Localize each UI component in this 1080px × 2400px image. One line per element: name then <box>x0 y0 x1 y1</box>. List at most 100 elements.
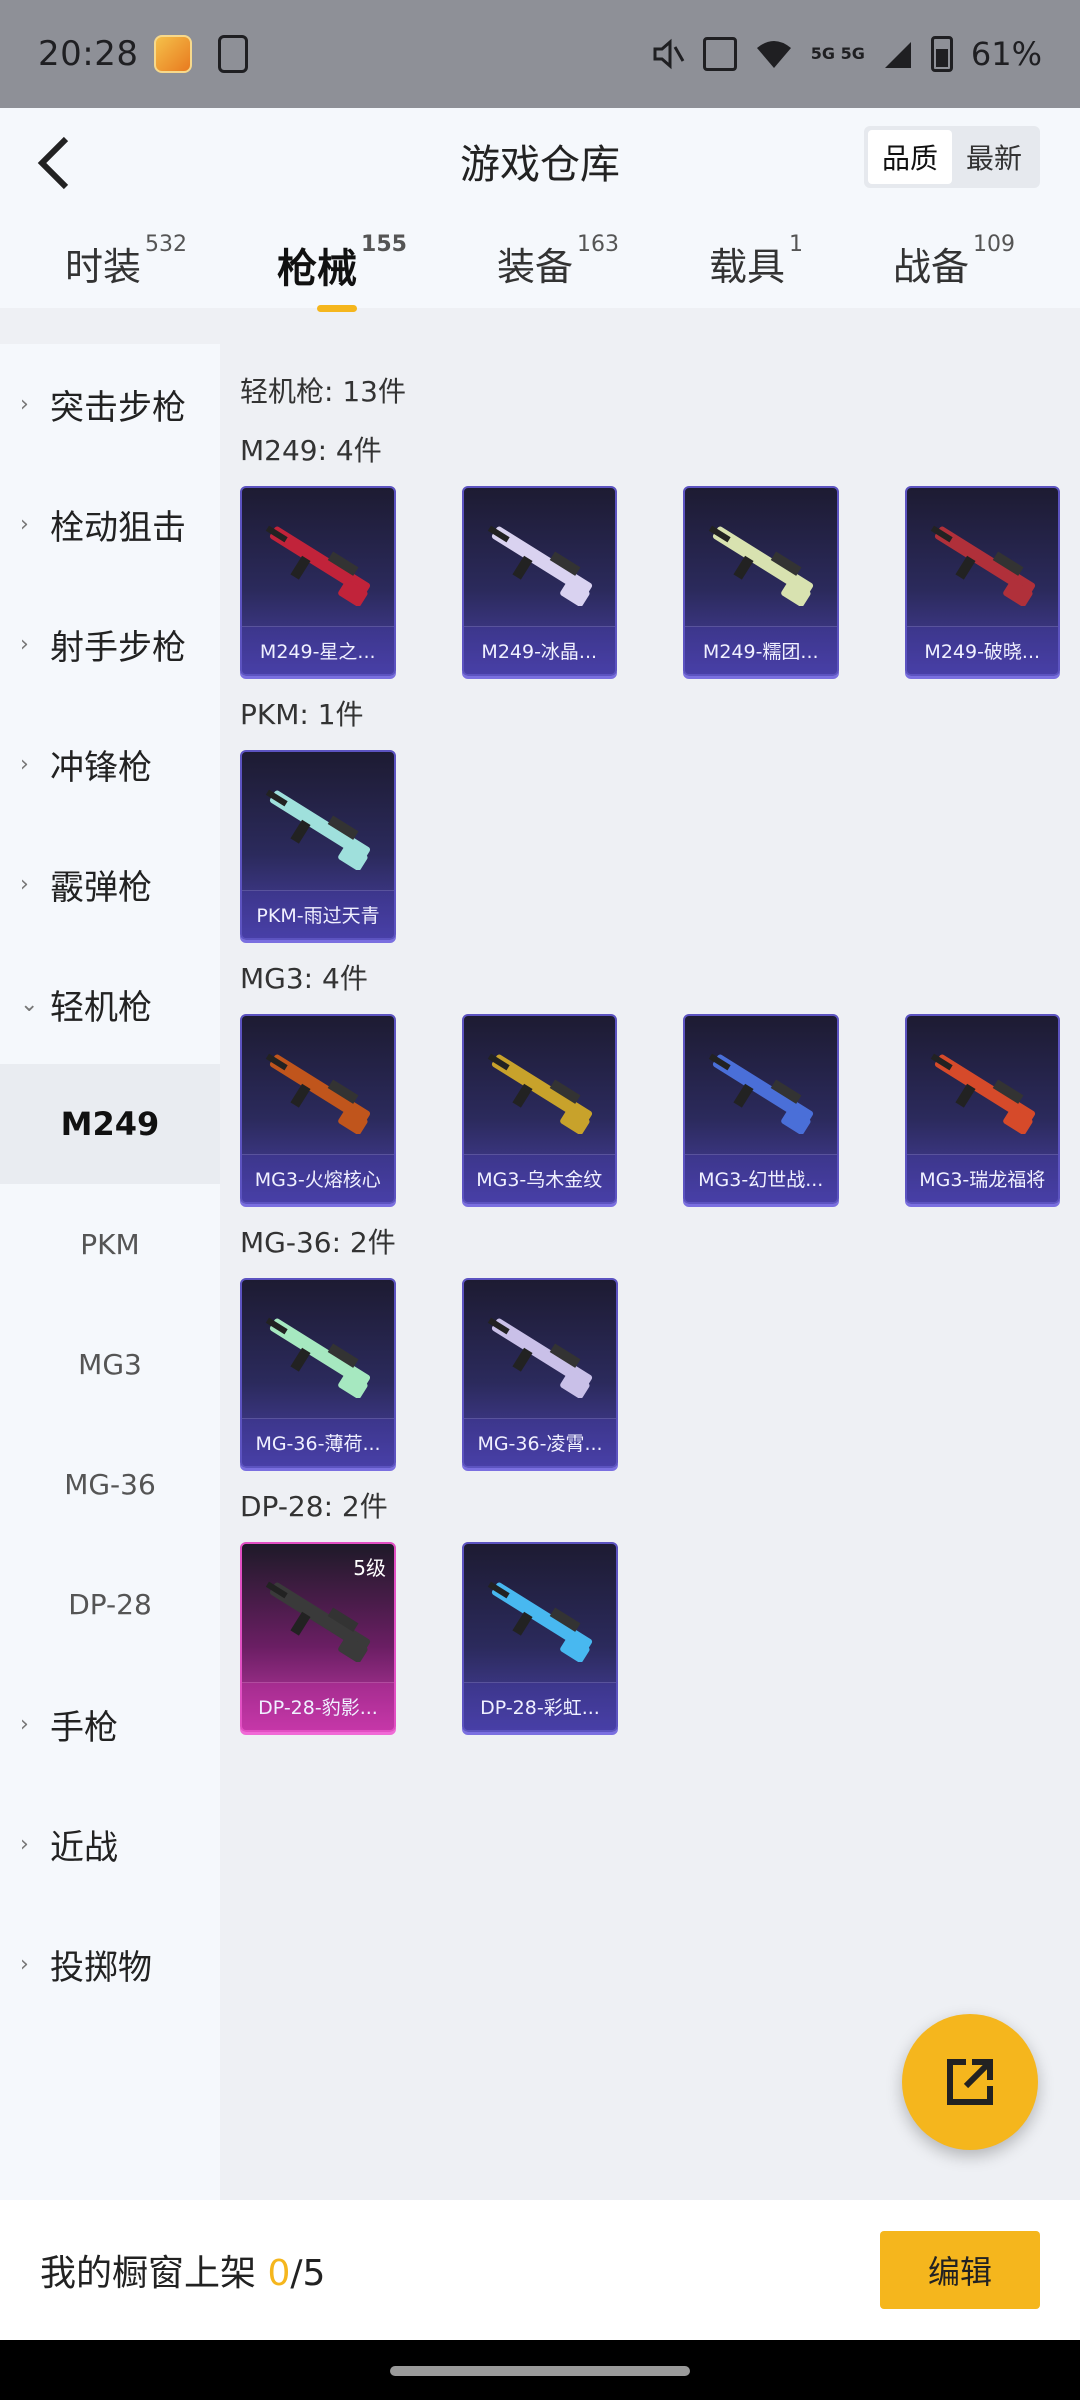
sidebar-item-label: 霰弹枪 <box>50 867 152 908</box>
group-title: PKM: 1件 <box>240 698 364 731</box>
weapon-card-label: DP-28-彩虹... <box>464 1682 616 1730</box>
weapon-group: M249: 4件 M249-星之... M249-冰晶... M249-糯团... M2… <box>240 428 1060 676</box>
sidebar-subitem-mg3[interactable]: MG3 <box>0 1304 220 1424</box>
chevron-right-icon: › <box>20 751 29 777</box>
sidebar-subitem-m249[interactable]: M249 <box>0 1064 220 1184</box>
weapon-card-label: MG-36-凌霄... <box>464 1418 616 1466</box>
sidebar-item-pistol[interactable]: › 手枪 <box>0 1664 220 1784</box>
weapon-card[interactable]: M249-糯团... <box>683 486 839 676</box>
sidebar-item-throwable[interactable]: › 投掷物 <box>0 1904 220 2024</box>
weapon-card[interactable]: MG3-乌木金纹 <box>461 1014 617 1204</box>
edit-button[interactable]: 编辑 <box>880 2231 1040 2309</box>
weapon-card[interactable]: MG3-幻世战... <box>683 1014 839 1204</box>
weapon-card-label: MG3-瑞龙福将 <box>906 1154 1058 1202</box>
group-title: DP-28: 2件 <box>240 1490 388 1523</box>
nfc-icon <box>702 37 737 71</box>
sort-latest-button[interactable]: 最新 <box>952 130 1036 184</box>
showcase-label: 我的橱窗上架 <box>40 2253 257 2294</box>
weapon-card[interactable]: M249-破晓... <box>904 486 1060 676</box>
sidebar-item-smg[interactable]: › 冲锋枪 <box>0 704 220 824</box>
chevron-right-icon: › <box>20 871 29 897</box>
weapon-card-label: M249-星之... <box>242 626 394 674</box>
network-label: 5G 5G <box>810 44 865 63</box>
sidebar-item-melee[interactable]: › 近战 <box>0 1784 220 1904</box>
tab-count: 532 <box>145 232 188 257</box>
chevron-right-icon: › <box>20 511 29 537</box>
gun-skin-image <box>265 1581 371 1662</box>
weapon-card[interactable]: MG3-火熔核心 <box>240 1014 396 1204</box>
weapon-card-label: MG-36-薄荷... <box>242 1418 394 1466</box>
chevron-down-icon: ⌄ <box>20 991 39 1017</box>
weapon-card[interactable]: PKM-雨过天青 <box>240 750 396 940</box>
active-tab-indicator <box>317 305 358 312</box>
sidebar-item-label: 射手步枪 <box>50 627 186 668</box>
gun-skin-image <box>487 1317 593 1398</box>
sidebar-item-assault-rifle[interactable]: › 突击步枪 <box>0 344 220 464</box>
weapon-card[interactable]: MG-36-凌霄... <box>462 1278 618 1468</box>
battery-percent: 61% <box>970 35 1042 73</box>
group-title: M249: 4件 <box>240 434 382 467</box>
showcase-total: /5 <box>290 2253 326 2294</box>
sidebar-item-bolt-sniper[interactable]: › 栓动狙击 <box>0 464 220 584</box>
weapon-grid: M249-星之... M249-冰晶... M249-糯团... M249-破晓... <box>240 486 1060 676</box>
showcase-status: 我的橱窗上架 0/5 <box>40 2244 325 2296</box>
showcase-current-count: 0 <box>267 2253 291 2294</box>
sidebar-item-label: 轻机枪 <box>50 987 152 1028</box>
weapon-card-label: DP-28-豹影... <box>242 1682 394 1730</box>
chevron-right-icon: › <box>20 1711 29 1737</box>
sidebar-subitem-pkm[interactable]: PKM <box>0 1184 220 1304</box>
tab-count: 1 <box>788 232 803 257</box>
section-title: 轻机枪: 13件 <box>240 375 406 408</box>
weapon-type-sidebar: › 突击步枪 › 栓动狙击 › 射手步枪 › 冲锋枪 › 霰弹枪 ⌄ 轻机枪 M249 PK… <box>0 344 220 2200</box>
battery-icon <box>930 36 953 72</box>
weapon-card[interactable]: M249-星之... <box>240 486 396 676</box>
tab-weapons[interactable]: 枪械 155 <box>277 232 407 312</box>
weapon-card-label: M249-破晓... <box>906 626 1058 674</box>
tab-supplies[interactable]: 战备 109 <box>892 232 1015 291</box>
gun-skin-image <box>930 525 1035 606</box>
mute-icon <box>653 38 685 70</box>
sidebar-item-marksman-rifle[interactable]: › 射手步枪 <box>0 584 220 704</box>
sidebar-item-label: 近战 <box>50 1827 118 1868</box>
chevron-right-icon: › <box>20 1831 29 1857</box>
tab-vehicles[interactable]: 载具 1 <box>708 232 803 291</box>
share-button[interactable] <box>902 2014 1038 2150</box>
sidebar-item-lmg[interactable]: ⌄ 轻机枪 <box>0 944 220 1064</box>
share-external-icon <box>947 2059 993 2105</box>
sidebar-subitem-dp28[interactable]: DP-28 <box>0 1544 220 1664</box>
wifi-icon <box>756 41 791 68</box>
weapon-grid: MG3-火熔核心 MG3-乌木金纹 MG3-幻世战... MG3-瑞龙福将 <box>240 1014 1060 1204</box>
status-bar: 20:28 5G 5G 61% <box>0 0 1080 108</box>
weapon-card-label: M249-冰晶... <box>463 626 615 674</box>
weapon-card-label: PKM-雨过天青 <box>242 890 394 938</box>
tab-label: 战备 <box>892 245 969 289</box>
tab-fashion[interactable]: 时装 532 <box>65 232 187 291</box>
tab-count: 109 <box>973 232 1015 257</box>
weapon-groups: M249: 4件 M249-星之... M249-冰晶... M249-糯团... M2… <box>240 428 1060 1732</box>
weapon-group: MG-36: 2件 MG-36-薄荷... MG-36-凌霄... <box>240 1220 1060 1468</box>
sort-quality-button[interactable]: 品质 <box>868 130 952 184</box>
tab-equipment[interactable]: 装备 163 <box>497 232 619 291</box>
sidebar-item-label: 投掷物 <box>50 1947 152 1988</box>
gun-skin-image <box>265 525 371 606</box>
sidebar-subitem-mg36[interactable]: MG-36 <box>0 1424 220 1544</box>
tab-label: 时装 <box>65 245 142 289</box>
weapon-card-label: MG3-火熔核心 <box>242 1154 394 1202</box>
weapon-grid: PKM-雨过天青 <box>240 750 1060 940</box>
weapon-card[interactable]: DP-28-彩虹... <box>462 1542 618 1732</box>
weapon-card-label: M249-糯团... <box>685 626 837 674</box>
gun-skin-image <box>708 525 814 606</box>
gun-skin-image <box>708 1053 814 1134</box>
weapon-card-label: MG3-幻世战... <box>685 1154 837 1202</box>
gun-skin-image <box>265 789 371 870</box>
weapon-card[interactable]: M249-冰晶... <box>461 486 617 676</box>
sidebar-item-label: 栓动狙击 <box>50 507 186 548</box>
weapon-card[interactable]: 5级 DP-28-豹影... <box>240 1542 396 1732</box>
sidebar-item-label: 冲锋枪 <box>50 747 152 788</box>
sidebar-item-shotgun[interactable]: › 霰弹枪 <box>0 824 220 944</box>
weapon-card[interactable]: MG3-瑞龙福将 <box>904 1014 1060 1204</box>
weapon-card[interactable]: MG-36-薄荷... <box>240 1278 396 1468</box>
home-gesture-bar[interactable] <box>390 2366 690 2376</box>
weapon-card-label: MG3-乌木金纹 <box>463 1154 615 1202</box>
tab-label: 载具 <box>708 245 785 289</box>
